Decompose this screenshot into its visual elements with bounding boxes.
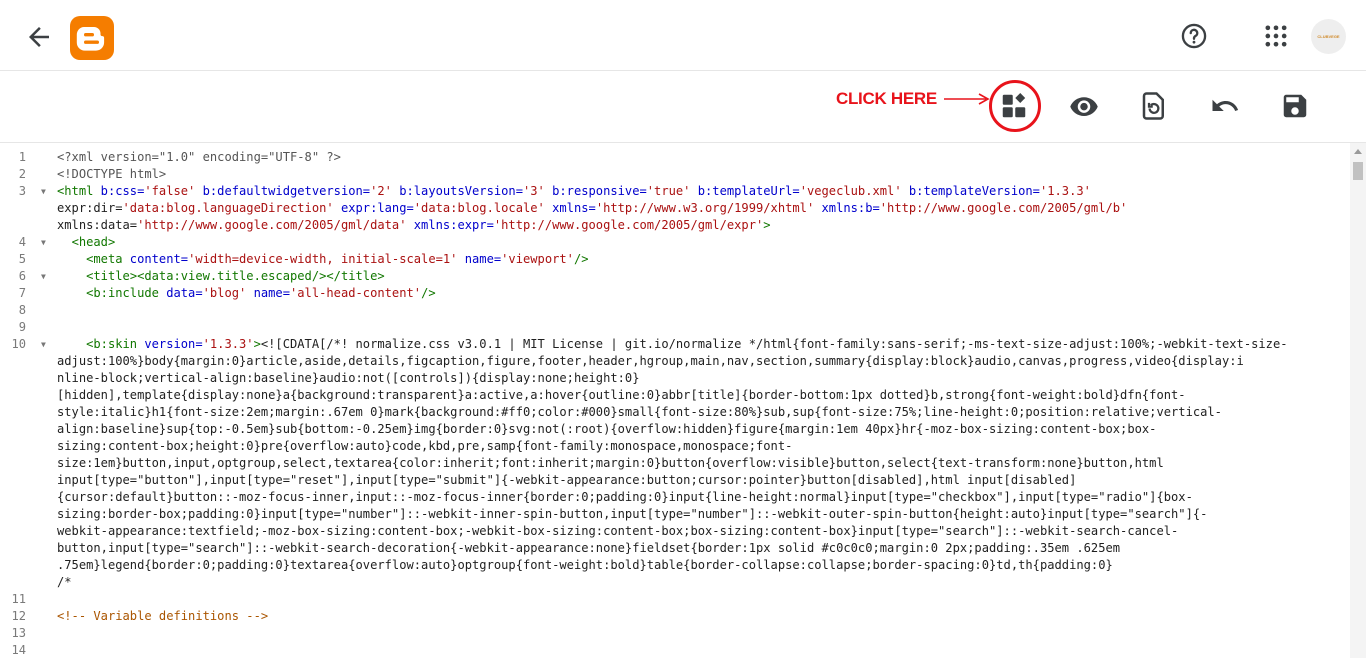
line-number bbox=[0, 506, 38, 523]
line-number bbox=[0, 489, 38, 506]
fold-toggle-icon[interactable]: ▼ bbox=[41, 268, 46, 285]
code-editor[interactable]: 1 2 3 ▼ 4 ▼ 5 6 ▼ 7 8 9 10 ▼ 11 12 13 14 <?xml version="1… bbox=[0, 143, 1366, 658]
line-number bbox=[0, 438, 38, 455]
restore-button[interactable] bbox=[1139, 91, 1169, 121]
line-number bbox=[0, 455, 38, 472]
code-line[interactable]: adjust:100%}body{margin:0}article,aside,… bbox=[57, 353, 1347, 370]
code-line[interactable] bbox=[57, 591, 1347, 608]
code-line[interactable]: {cursor:default}button::-moz-focus-inner… bbox=[57, 489, 1347, 506]
line-number: 4 ▼ bbox=[18, 235, 46, 249]
line-number: 2 bbox=[18, 167, 26, 181]
code-line[interactable]: xmlns:data='http://www.google.com/2005/g… bbox=[57, 217, 1347, 234]
fold-toggle-icon[interactable]: ▼ bbox=[41, 234, 46, 251]
code-line[interactable]: <head> bbox=[57, 234, 1347, 251]
blogger-logo[interactable] bbox=[70, 16, 114, 60]
line-number bbox=[0, 540, 38, 557]
line-number bbox=[0, 217, 38, 234]
line-number bbox=[0, 387, 38, 404]
line-number: 14 bbox=[11, 643, 26, 657]
code-line[interactable]: sizing:content-box;height:0}pre{overflow… bbox=[57, 438, 1347, 455]
code-line[interactable]: style:italic}h1{font-size:2em;margin:.67… bbox=[57, 404, 1347, 421]
blogger-logo-icon bbox=[76, 27, 105, 51]
code-line[interactable]: <meta content='width=device-width, initi… bbox=[57, 251, 1347, 268]
line-number bbox=[0, 574, 38, 591]
back-button[interactable] bbox=[24, 22, 54, 52]
code-line[interactable]: [hidden],template{display:none}a{backgro… bbox=[57, 387, 1347, 404]
code-line[interactable]: input[type="button"],input[type="reset"]… bbox=[57, 472, 1347, 489]
line-number: 9 bbox=[18, 320, 26, 334]
editor-toolbar: CLICK HERE bbox=[0, 71, 1366, 143]
code-line[interactable]: sizing:border-box;padding:0}input[type="… bbox=[57, 506, 1347, 523]
line-number bbox=[0, 421, 38, 438]
save-button[interactable] bbox=[1280, 91, 1310, 121]
line-number: 8 bbox=[18, 303, 26, 317]
save-floppy-icon bbox=[1283, 94, 1307, 118]
code-line[interactable]: button,input[type="search"]::-webkit-sea… bbox=[57, 540, 1347, 557]
apps-button[interactable] bbox=[1262, 22, 1290, 50]
line-number: 1 bbox=[18, 150, 26, 164]
code-line[interactable]: <html b:css='false' b:defaultwidgetversi… bbox=[57, 183, 1347, 200]
code-line[interactable]: <b:include data='blog' name='all-head-co… bbox=[57, 285, 1347, 302]
line-number bbox=[0, 353, 38, 370]
restore-icon bbox=[1142, 92, 1164, 120]
app-header: CLUBVEGE bbox=[0, 0, 1366, 71]
theme-widgets-button[interactable] bbox=[999, 91, 1029, 121]
editor-scrollbar[interactable] bbox=[1350, 143, 1366, 658]
apps-grid-icon bbox=[1265, 25, 1287, 47]
code-line[interactable]: <!DOCTYPE html> bbox=[57, 166, 1347, 183]
code-line[interactable]: align:baseline}sup{top:-0.5em}sub{bottom… bbox=[57, 421, 1347, 438]
code-line[interactable] bbox=[57, 302, 1347, 319]
line-number: 3 ▼ bbox=[18, 184, 46, 198]
code-line[interactable]: <title><data:view.title.escaped/></title… bbox=[57, 268, 1347, 285]
line-number bbox=[0, 557, 38, 574]
scroll-up-icon[interactable] bbox=[1354, 148, 1362, 156]
line-number bbox=[0, 472, 38, 489]
line-number bbox=[0, 200, 38, 217]
code-line[interactable]: size:1em}button,input,optgroup,select,te… bbox=[57, 455, 1347, 472]
code-line[interactable]: <!-- Variable definitions --> bbox=[57, 608, 1347, 625]
line-number: 11 bbox=[11, 592, 26, 606]
line-number bbox=[0, 404, 38, 421]
code-line[interactable] bbox=[57, 625, 1347, 642]
code-line[interactable]: /* bbox=[57, 574, 1347, 591]
fold-toggle-icon[interactable]: ▼ bbox=[41, 336, 46, 353]
line-number bbox=[0, 370, 38, 387]
code-line[interactable]: <?xml version="1.0" encoding="UTF-8" ?> bbox=[57, 149, 1347, 166]
arrow-right-icon bbox=[944, 93, 990, 105]
code-line[interactable]: expr:dir='data:blog.languageDirection' e… bbox=[57, 200, 1347, 217]
code-line[interactable]: .75em}legend{border:0;padding:0}textarea… bbox=[57, 557, 1347, 574]
line-number: 10 ▼ bbox=[11, 337, 46, 351]
code-line[interactable]: nline-block;vertical-align:baseline}audi… bbox=[57, 370, 1347, 387]
code-line[interactable]: webkit-appearance:textfield;-moz-box-siz… bbox=[57, 523, 1347, 540]
fold-toggle-icon[interactable]: ▼ bbox=[41, 183, 46, 200]
line-number: 7 bbox=[18, 286, 26, 300]
line-number-gutter: 1 2 3 ▼ 4 ▼ 5 6 ▼ 7 8 9 10 ▼ 11 12 13 14 bbox=[0, 149, 48, 658]
line-number: 5 bbox=[18, 252, 26, 266]
avatar-text: CLUBVEGE bbox=[1317, 34, 1340, 39]
undo-icon bbox=[1212, 99, 1239, 111]
help-button[interactable] bbox=[1180, 22, 1208, 50]
account-avatar[interactable]: CLUBVEGE bbox=[1311, 19, 1346, 54]
preview-button[interactable] bbox=[1069, 91, 1099, 121]
line-number bbox=[0, 523, 38, 540]
eye-preview-icon bbox=[1070, 97, 1098, 116]
line-number: 13 bbox=[11, 626, 26, 640]
undo-button[interactable] bbox=[1210, 91, 1240, 121]
scrollbar-thumb[interactable] bbox=[1353, 162, 1363, 180]
line-number: 12 bbox=[11, 609, 26, 623]
line-number: 6 ▼ bbox=[18, 269, 46, 283]
help-circle-icon bbox=[1181, 23, 1207, 49]
theme-widgets-icon bbox=[1002, 93, 1026, 118]
code-content[interactable]: <?xml version="1.0" encoding="UTF-8" ?> <… bbox=[57, 149, 1347, 642]
code-line[interactable] bbox=[57, 319, 1347, 336]
arrow-left-icon bbox=[29, 27, 49, 47]
click-here-annotation: CLICK HERE bbox=[836, 89, 937, 108]
code-line[interactable]: <b:skin version='1.3.3'><![CDATA[/*! nor… bbox=[57, 336, 1347, 353]
